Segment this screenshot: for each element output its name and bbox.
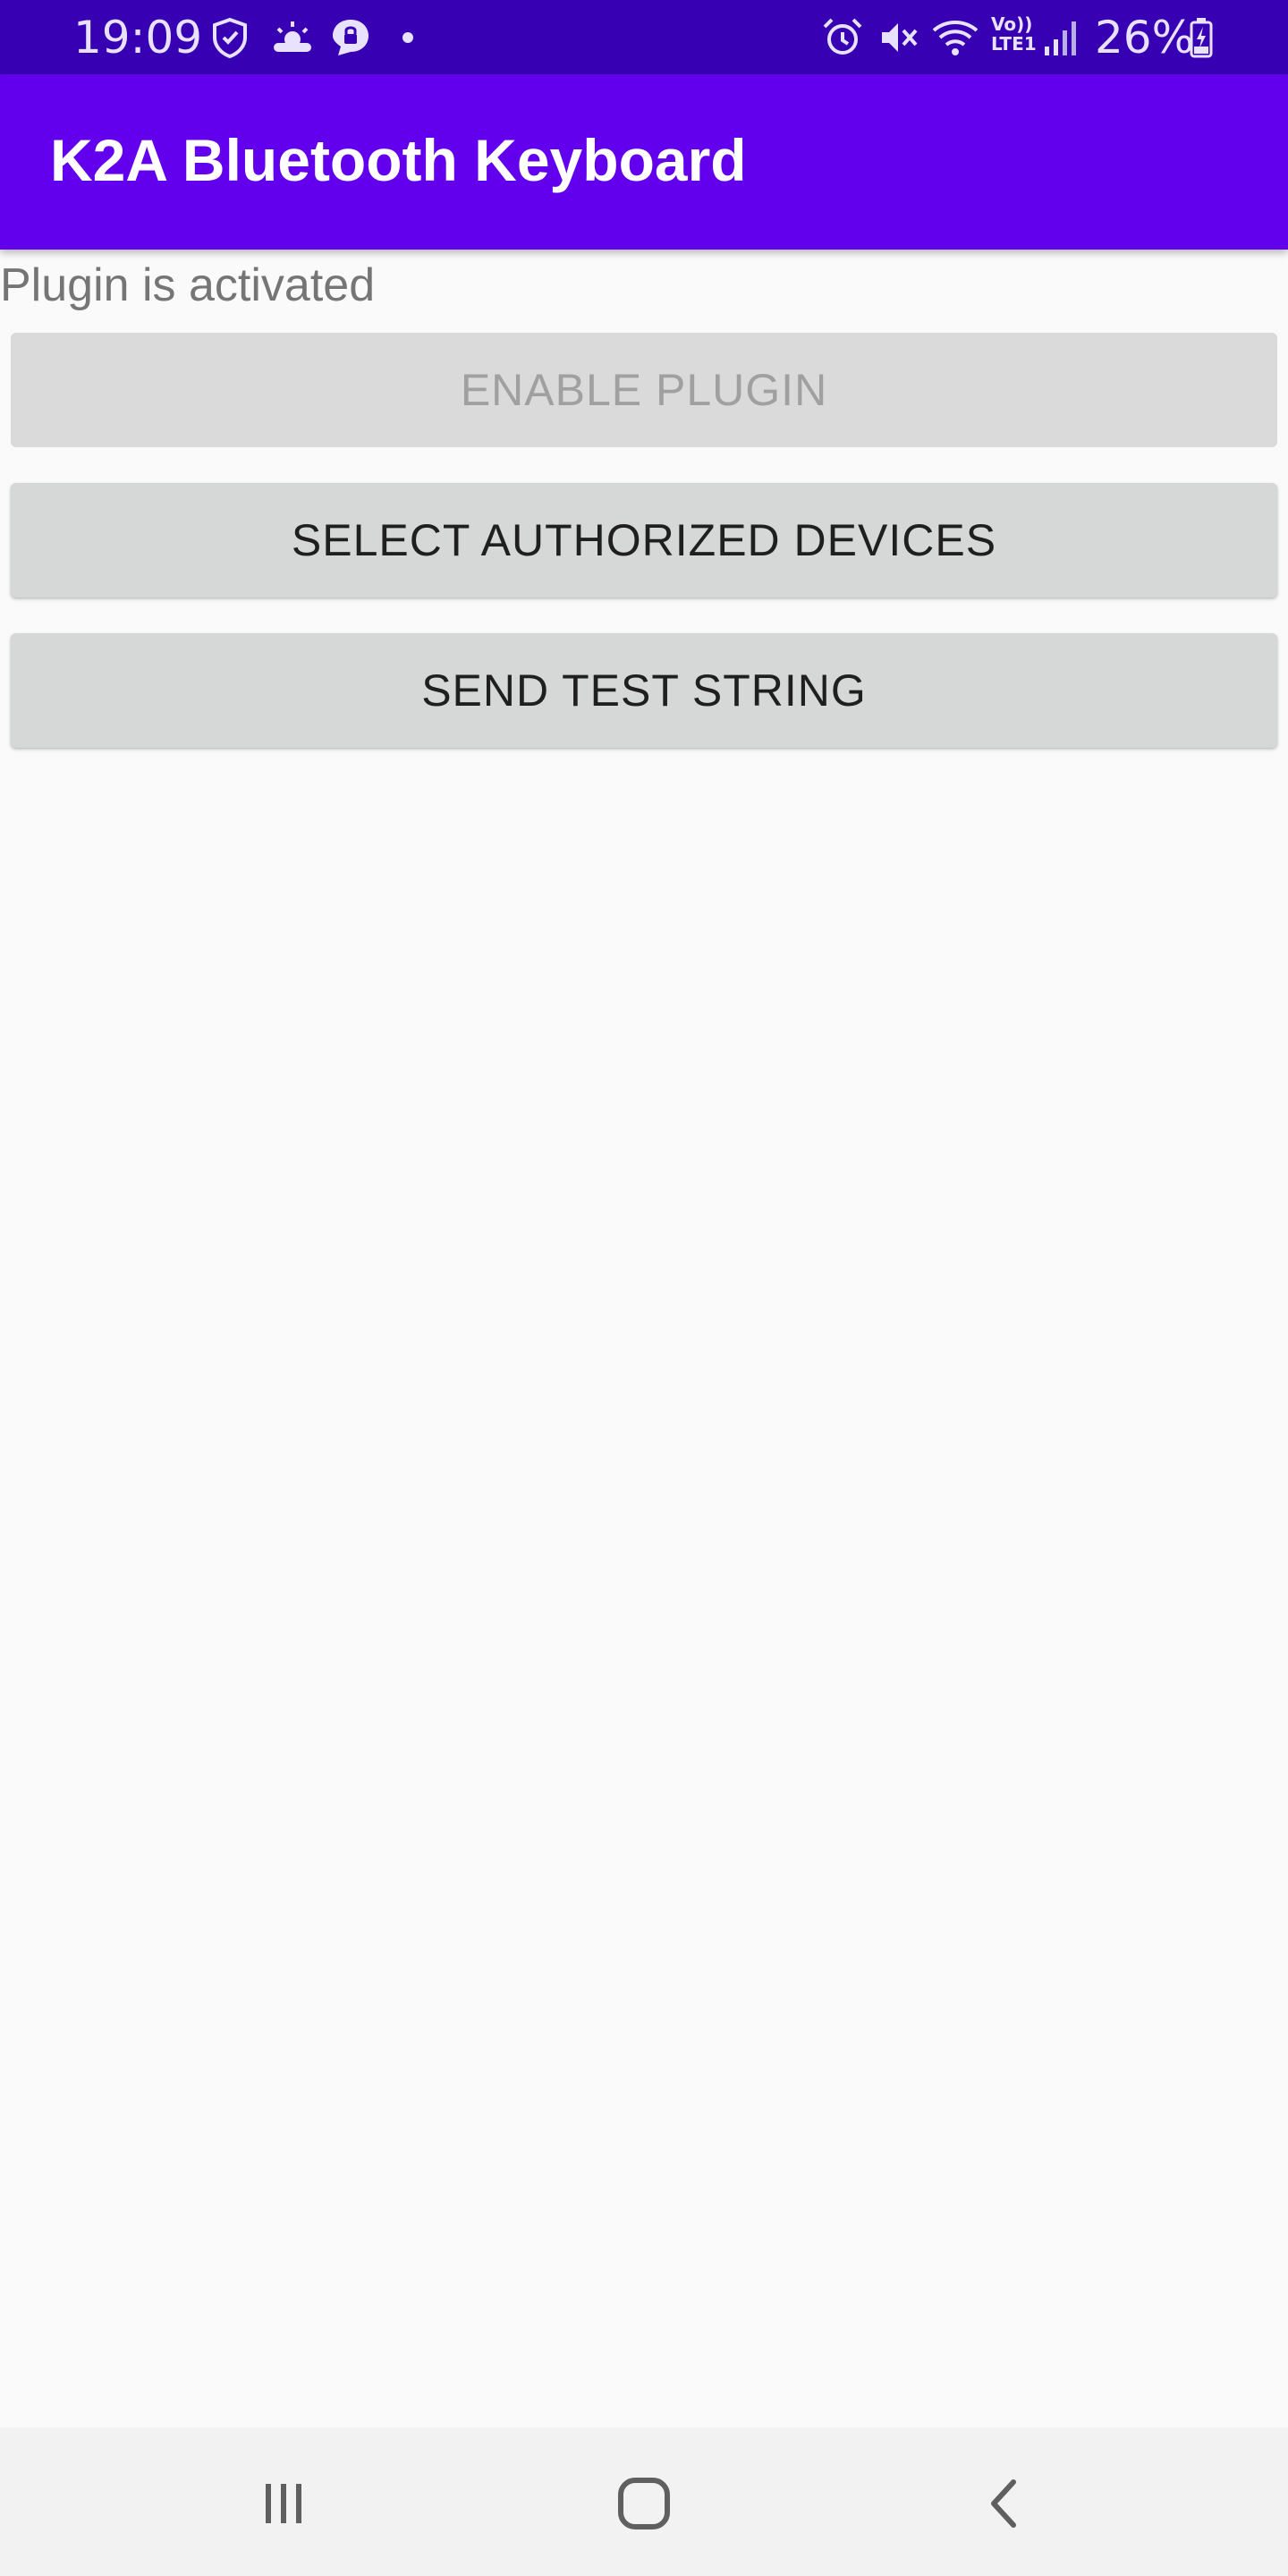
vpn-lock-icon [329, 16, 372, 59]
navigation-bar [0, 2428, 1288, 2576]
battery-percentage: 26% [1095, 12, 1195, 64]
send-test-string-button[interactable]: SEND TEST STRING [11, 633, 1277, 748]
status-time: 19:09 [73, 12, 203, 64]
home-icon[interactable] [604, 2463, 684, 2544]
recents-icon[interactable] [243, 2463, 324, 2544]
enable-plugin-button[interactable]: ENABLE PLUGIN [11, 333, 1277, 447]
volte-label-top: Vo)) [991, 13, 1033, 35]
app-title: K2A Bluetooth Keyboard [50, 127, 747, 193]
mute-icon [877, 16, 919, 59]
back-icon[interactable] [964, 2463, 1045, 2544]
weather-icon [270, 16, 315, 59]
alarm-icon [821, 16, 864, 59]
plugin-status-text: Plugin is activated [0, 259, 376, 311]
wifi-icon [930, 16, 980, 59]
status-bar: 19:09 Vo)) LTE1 26% [0, 0, 1288, 74]
shield-icon [209, 16, 250, 59]
select-authorized-devices-button[interactable]: SELECT AUTHORIZED DEVICES [11, 483, 1277, 597]
battery-icon [1190, 16, 1213, 59]
volte-icon: Vo)) LTE1 [991, 14, 1037, 57]
app-bar: K2A Bluetooth Keyboard [0, 74, 1288, 250]
notification-dot-icon [399, 29, 417, 72]
signal-icon [1043, 16, 1082, 59]
volte-label-bottom: LTE1 [991, 33, 1037, 55]
